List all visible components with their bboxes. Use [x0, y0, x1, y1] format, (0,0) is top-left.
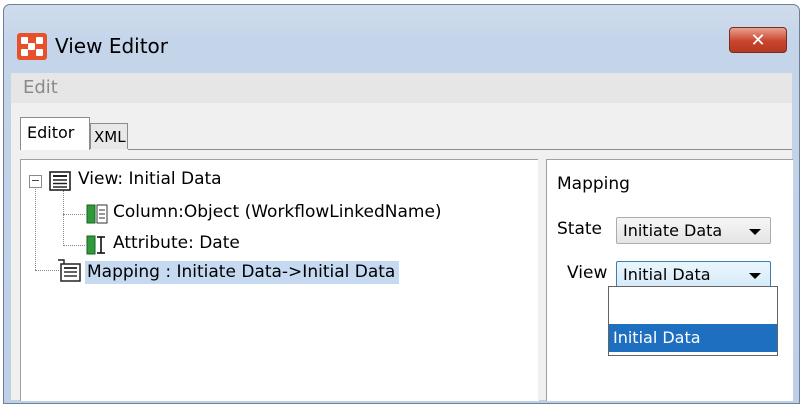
app-icon	[17, 33, 47, 60]
state-select-value: Initiate Data	[623, 221, 723, 240]
view-label: View	[567, 263, 608, 283]
tab-editor[interactable]: Editor	[20, 117, 90, 150]
mapping-icon	[58, 259, 81, 282]
collapse-toggle[interactable]: −	[29, 175, 42, 188]
close-icon: ✕	[750, 30, 766, 51]
tree-node-attribute[interactable]: Attribute: Date	[113, 233, 240, 253]
tab-xml[interactable]: XML	[90, 123, 128, 149]
chevron-down-icon	[749, 273, 761, 279]
tree-line	[63, 190, 64, 246]
view-icon	[49, 171, 71, 191]
menu-item-edit[interactable]: Edit	[23, 77, 58, 98]
view-dropdown-list: Initial Data	[608, 286, 778, 356]
mapping-heading: Mapping	[557, 174, 630, 194]
chevron-down-icon	[749, 229, 761, 235]
close-button[interactable]: ✕	[729, 27, 787, 53]
tree-node-view[interactable]: View: Initial Data	[78, 169, 222, 189]
tree-view[interactable]: − View: Initial Data Column:Object (Work…	[20, 159, 539, 401]
window-title: View Editor	[55, 34, 169, 58]
state-label: State	[557, 219, 602, 239]
tree-node-mapping[interactable]: Mapping : Initiate Data->Initial Data	[85, 261, 400, 284]
tree-line	[63, 214, 85, 215]
view-select-value: Initial Data	[623, 265, 711, 284]
tree-line	[63, 245, 85, 246]
tree-line	[35, 186, 36, 270]
splitter[interactable]	[538, 159, 546, 400]
dropdown-option-initial-data[interactable]: Initial Data	[609, 324, 777, 352]
attribute-icon	[86, 235, 105, 255]
column-icon	[86, 204, 108, 224]
state-select[interactable]: Initiate Data	[616, 217, 771, 244]
dropdown-option-empty[interactable]	[609, 291, 777, 319]
view-select[interactable]: Initial Data	[616, 261, 771, 288]
mapping-panel: Mapping State Initiate Data View Initial…	[546, 159, 793, 401]
title-bar[interactable]: View Editor ✕	[4, 5, 799, 77]
tree-node-column[interactable]: Column:Object (WorkflowLinkedName)	[113, 202, 442, 222]
tab-strip-divider	[128, 149, 792, 150]
menu-bar: Edit	[11, 73, 792, 104]
